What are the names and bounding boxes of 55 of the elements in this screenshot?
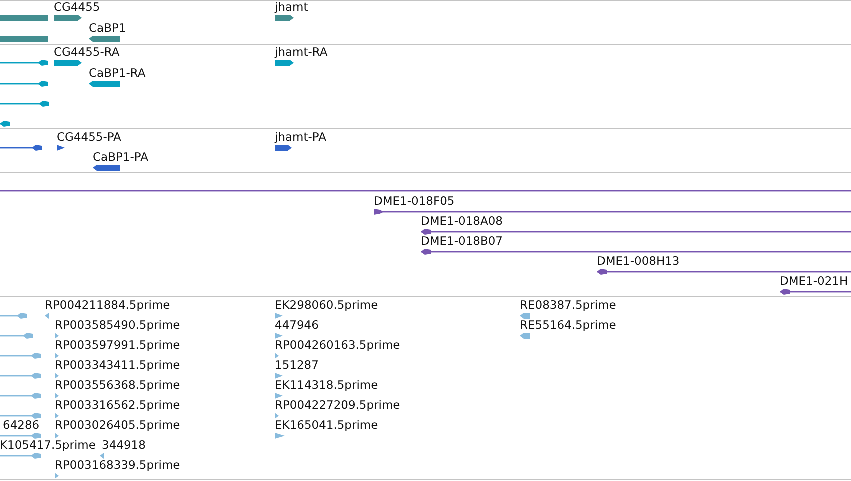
feature-bar[interactable] [275,144,292,152]
feature-label: DME1-008H13 [597,254,680,268]
feature-label: CaBP1-RA [89,66,146,80]
feature-label: RP003556368.5prime [55,378,180,392]
feature-bar[interactable] [89,80,120,88]
feature-label: jhamt-PA [275,130,326,144]
feature-bar[interactable] [0,14,48,22]
feature-bar[interactable] [93,164,120,172]
feature-line[interactable] [0,59,48,67]
feature-label: DME1-021H [780,274,848,288]
feature-label: EK298060.5prime [275,298,378,312]
feature-line[interactable] [780,288,851,296]
feature-label: jhamt-RA [275,45,328,59]
feature-line[interactable] [421,228,851,236]
feature-line[interactable] [0,144,42,152]
feature-label: RP004227209.5prime [275,398,400,412]
feature-label: RP003597991.5prime [55,338,180,352]
feature-label: DME1-018F05 [374,194,455,208]
feature-label: jhamt [275,0,308,14]
feature-label: 64286 [3,418,40,432]
feature-label: 447946 [275,318,319,332]
feature-arrow[interactable] [57,144,65,152]
feature-bar[interactable] [89,35,120,43]
feature-bar[interactable] [54,59,82,67]
feature-line[interactable] [0,100,49,108]
feature-label: DME1-018B07 [421,234,503,248]
feature-label: 151287 [275,358,319,372]
feature-label: RE55164.5prime [520,318,616,332]
feature-label: RP003343411.5prime [55,358,180,372]
feature-line[interactable] [0,120,10,128]
feature-bar[interactable] [0,35,48,43]
feature-label: EK165041.5prime [275,418,378,432]
feature-line[interactable] [374,208,851,216]
feature-label: RP003585490.5prime [55,318,180,332]
feature-line[interactable] [421,248,851,256]
feature-label: CG4455-RA [54,45,120,59]
feature-line[interactable] [597,268,851,276]
feature-label: RP004260163.5prime [275,338,400,352]
feature-label: 344918 [102,438,146,452]
feature-bar[interactable] [275,14,294,22]
feature-bar[interactable] [54,14,82,22]
feature-label: CG4455-PA [57,130,122,144]
feature-line[interactable] [0,80,48,88]
feature-label: RP003168339.5prime [55,458,180,472]
feature-label: RP003316562.5prime [55,398,180,412]
feature-label: CG4455 [54,0,100,14]
feature-label: RE08387.5prime [520,298,616,312]
feature-label: CaBP1-PA [93,150,148,164]
feature-label: RP004211884.5prime [45,298,170,312]
feature-label: K105417.5prime [0,438,96,452]
feature-label: CaBP1 [89,21,126,35]
feature-label: RP003026405.5prime [55,418,180,432]
feature-label: DME1-018A08 [421,214,503,228]
feature-bar[interactable] [275,59,294,67]
feature-label: EK114318.5prime [275,378,378,392]
